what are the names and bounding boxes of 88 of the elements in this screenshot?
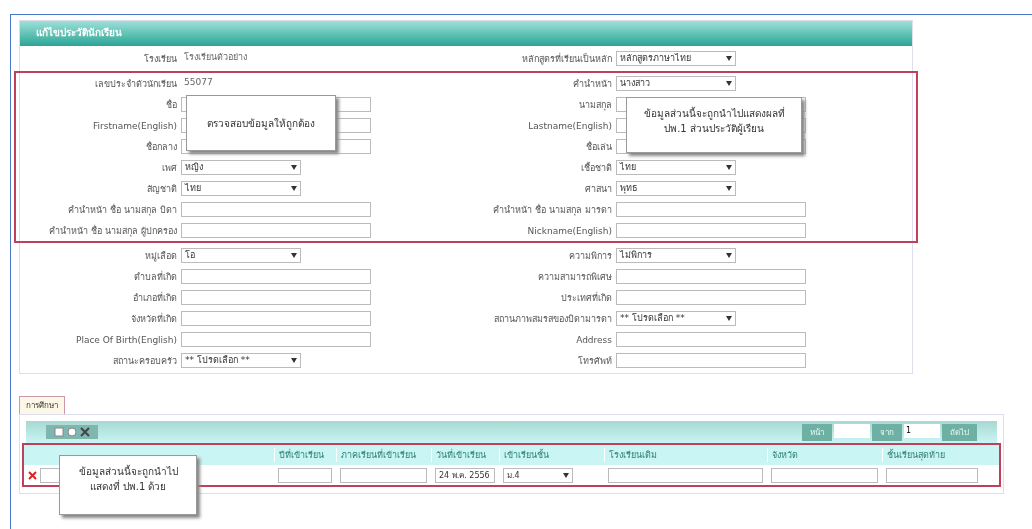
dropdown[interactable]: ** โปรดเลือก ** <box>181 353 301 368</box>
dropdown[interactable]: นางสาว <box>616 76 736 91</box>
field-label: ศาสนา <box>584 182 612 196</box>
field-label: Lastname(English) <box>527 120 612 131</box>
dropdown[interactable]: หญิง <box>181 160 301 175</box>
field-label: ตำบลที่เกิด <box>133 270 177 284</box>
input-field[interactable] <box>608 467 763 483</box>
input-field[interactable] <box>616 202 806 217</box>
column-header: ชั้นเรียนสุดท้าย <box>882 448 982 462</box>
field-label: คำนำหน้า <box>572 77 612 91</box>
caret-icon <box>726 316 732 321</box>
page-field[interactable]: 1 <box>904 423 940 438</box>
input-field[interactable] <box>181 202 371 217</box>
field-label: Nickname(English) <box>526 225 612 236</box>
input-field[interactable] <box>278 467 332 483</box>
dropdown[interactable]: หลักสูตรภาษาไทย <box>616 51 736 66</box>
field-label: หมู่เลือด <box>144 249 177 263</box>
field-label: โทรศัพท์ <box>577 354 612 368</box>
note-tooltip: ข้อมูลส่วนนี้จะถูกนำไป แสดงที่ ปพ.1 ด้วย <box>59 455 197 515</box>
field-label: นามสกุล <box>578 98 612 112</box>
delete-icon[interactable] <box>80 427 90 437</box>
input-field[interactable] <box>340 467 427 483</box>
field-label: ชื่อ <box>165 98 177 112</box>
input-field[interactable] <box>616 353 806 368</box>
dropdown[interactable]: ไม่พิการ <box>616 248 736 263</box>
input-field[interactable] <box>181 223 371 238</box>
caret-icon <box>726 186 732 191</box>
column-header: จังหวัด <box>767 448 882 462</box>
caret-icon <box>726 56 732 61</box>
dropdown[interactable]: ม.4 <box>503 467 573 483</box>
field-label: โรงเรียน <box>143 52 177 66</box>
input-field[interactable]: 24 พ.ค. 2556 <box>435 467 495 483</box>
dropdown[interactable]: ** โปรดเลือก ** <box>616 311 736 326</box>
input-field[interactable] <box>616 290 806 305</box>
field-label: คำนำหน้า ชื่อ นามสกุล มารดา <box>492 203 612 217</box>
column-header: วันที่เข้าเรียน <box>431 448 499 462</box>
field-label: เพศ <box>161 161 177 175</box>
dropdown[interactable]: โอ <box>181 248 301 263</box>
field-label: Place Of Birth(English) <box>74 334 177 345</box>
field-label: ชื่อกลาง <box>145 140 177 154</box>
field-label: สถานะครอบครัว <box>112 354 177 368</box>
add-icon[interactable] <box>54 427 64 437</box>
field-label: Firstname(English) <box>92 120 177 131</box>
column-header: ปีที่เข้าเรียน <box>274 448 336 462</box>
note-tooltip: ตรวจสอบข้อมูลให้ถูกต้อง <box>186 95 336 151</box>
delete-icon[interactable] <box>28 470 37 480</box>
input-field[interactable] <box>181 290 371 305</box>
column-header: ภาคเรียนที่เข้าเรียน <box>336 448 431 462</box>
note-tooltip: ข้อมูลส่วนนี้จะถูกนำไปแสดงผลที่ ปพ.1 ส่วนประวัติผู้เรียน <box>626 97 802 153</box>
field-label: อำเภอที่เกิด <box>132 291 177 305</box>
column-header: โรงเรียนเดิม <box>604 448 767 462</box>
field-label: คำนำหน้า ชื่อ นามสกุล บิดา <box>67 203 177 217</box>
input-field[interactable] <box>181 311 371 326</box>
caret-icon <box>291 165 297 170</box>
field-label: หลักสูตรที่เรียนเป็นหลัก <box>521 52 612 66</box>
input-field[interactable] <box>181 332 371 347</box>
form-title: แก้ไขประวัตินักเรียน <box>20 21 912 46</box>
input-field[interactable] <box>771 467 878 483</box>
field-label: สัญชาติ <box>146 182 177 196</box>
field-label: เลขประจำตัวนักเรียน <box>94 77 177 91</box>
caret-icon <box>291 253 297 258</box>
page-field[interactable] <box>834 423 870 438</box>
dropdown[interactable]: พุทธ <box>616 181 736 196</box>
caret-icon <box>291 186 297 191</box>
column-header: เข้าเรียนชั้น <box>499 448 604 462</box>
dropdown[interactable]: ไทย <box>181 181 301 196</box>
field-label: จังหวัดที่เกิด <box>130 312 177 326</box>
input-field[interactable] <box>616 269 806 284</box>
field-label: คำนำหน้า ชื่อ นามสกุล ผู้ปกครอง <box>48 224 177 238</box>
field-label: Address <box>575 334 612 345</box>
tab[interactable]: การศึกษา <box>19 396 65 414</box>
field-label: ความพิการ <box>568 249 612 263</box>
field-label: ชื่อเล่น <box>585 140 612 154</box>
caret-icon <box>291 358 297 363</box>
edit-icon[interactable] <box>67 427 77 437</box>
input-field[interactable] <box>616 223 806 238</box>
caret-icon <box>726 253 732 258</box>
caret-icon <box>726 165 732 170</box>
caret-icon <box>726 81 732 86</box>
field-label: สถานภาพสมรสของบิดามารดา <box>493 312 612 326</box>
field-label: ประเทศที่เกิด <box>560 291 612 305</box>
input-field[interactable] <box>616 332 806 347</box>
caret-icon <box>563 472 569 478</box>
input-field[interactable] <box>181 269 371 284</box>
input-field[interactable] <box>886 467 978 483</box>
field-label: เชื้อชาติ <box>580 161 612 175</box>
dropdown[interactable]: ไทย <box>616 160 736 175</box>
field-label: ความสามารถพิเศษ <box>537 270 612 284</box>
